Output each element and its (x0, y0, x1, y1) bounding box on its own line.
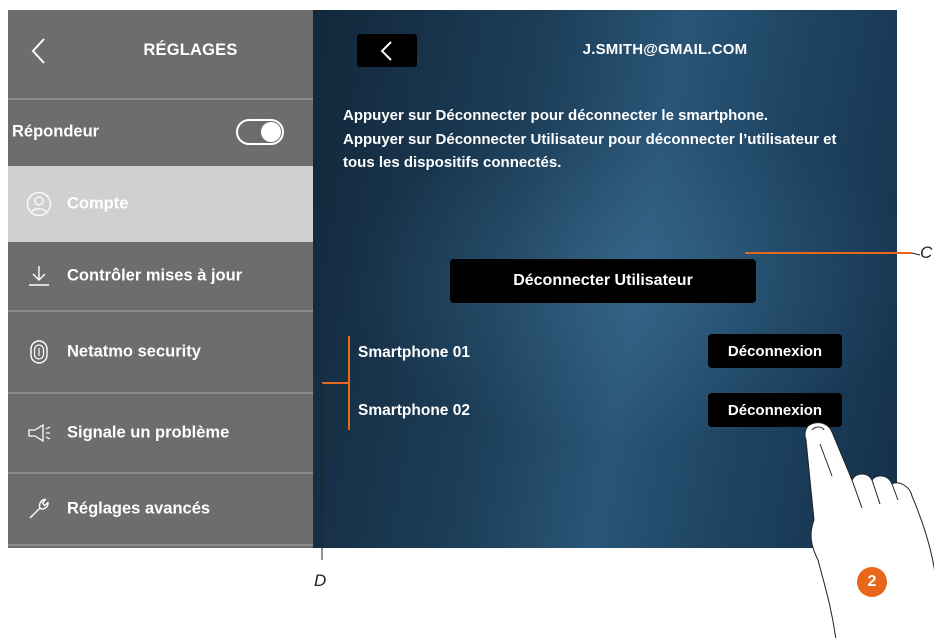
callout-label-d: D (314, 571, 327, 590)
callout-c-tick (911, 252, 921, 256)
annotation-overlay (321, 252, 934, 638)
pressing-hand-icon (804, 422, 934, 638)
step-number-badge: 2 (857, 567, 887, 597)
callout-label-c: C (920, 243, 933, 262)
